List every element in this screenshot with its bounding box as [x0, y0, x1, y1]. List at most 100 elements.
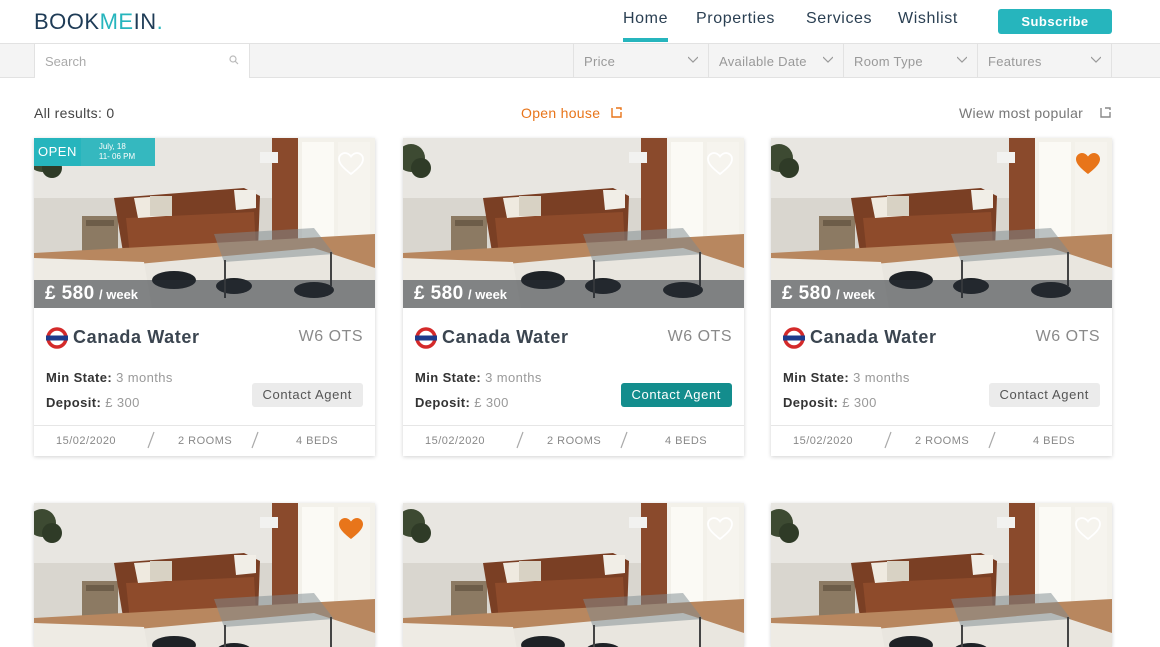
- search-input[interactable]: Search: [34, 44, 250, 78]
- search-icon: [229, 55, 239, 65]
- price-amount: £ 580: [782, 283, 832, 304]
- filter-bar: Search Price Available Date Room Type Fe…: [0, 43, 1160, 78]
- min-state-value: 3 months: [853, 370, 910, 385]
- deposit-label: Deposit:: [783, 395, 839, 410]
- property-photo[interactable]: [771, 503, 1112, 647]
- postcode: W6 OTS: [1035, 328, 1100, 345]
- chevron-down-icon: [688, 56, 698, 63]
- min-state-row: Min State: 3 months: [415, 370, 542, 385]
- contact-agent-button[interactable]: Contact Agent: [988, 383, 1100, 407]
- listing-date: 15/02/2020: [425, 435, 486, 447]
- postcode: W6 OTS: [667, 328, 732, 345]
- location-name: Canada Water: [810, 327, 937, 347]
- results-count: All results: 0: [34, 105, 115, 121]
- nav-home[interactable]: Home: [623, 10, 669, 42]
- chevron-down-icon: [823, 56, 833, 63]
- underground-icon: [46, 327, 68, 349]
- rooms-count: 2 ROOMS: [915, 435, 970, 447]
- min-state-row: Min State: 3 months: [783, 370, 910, 385]
- available-date-dropdown-label: Available Date: [719, 54, 807, 69]
- deposit-row: Deposit: £ 300: [46, 395, 140, 410]
- brand-logo[interactable]: BOOKMEIN.: [34, 9, 163, 35]
- contact-agent-button[interactable]: Contact Agent: [251, 383, 363, 407]
- divider: [884, 431, 892, 449]
- price-period: / week: [99, 287, 139, 302]
- open-house-badge: OPEN July, 18 11- 06 PM: [34, 138, 156, 166]
- price-dropdown[interactable]: Price: [573, 44, 708, 78]
- min-state-value: 3 months: [485, 370, 542, 385]
- divider: [516, 431, 524, 449]
- available-date-dropdown[interactable]: Available Date: [708, 44, 843, 78]
- min-state-value: 3 months: [116, 370, 173, 385]
- property-card[interactable]: £ 580 / week Canada Water W6 OTS Min Sta…: [403, 138, 744, 456]
- heart-icon[interactable]: [707, 152, 733, 176]
- min-state-row: Min State: 3 months: [46, 370, 173, 385]
- property-photo[interactable]: [34, 503, 375, 647]
- card-title-row: Canada Water W6 OTS: [783, 327, 1100, 349]
- property-card[interactable]: OPEN July, 18 11- 06 PM £ 580 / week Cana…: [34, 138, 375, 456]
- beds-count: 4 BEDS: [296, 435, 339, 447]
- deposit-value: £ 300: [474, 395, 509, 410]
- chevron-down-icon: [957, 56, 967, 63]
- underground-icon: [783, 327, 805, 349]
- chevron-down-icon: [1091, 56, 1101, 63]
- price-overlay: £ 580 / week: [34, 280, 375, 308]
- search-placeholder: Search: [45, 54, 87, 69]
- subscribe-button[interactable]: Subscribe: [998, 9, 1112, 34]
- deposit-value: £ 300: [842, 395, 877, 410]
- property-photo[interactable]: [403, 503, 744, 647]
- room-type-dropdown-label: Room Type: [854, 54, 923, 69]
- heart-icon[interactable]: [1075, 517, 1101, 541]
- location-name: Canada Water: [73, 327, 200, 347]
- nav-services[interactable]: Services: [806, 10, 872, 28]
- contact-agent-button[interactable]: Contact Agent: [620, 383, 732, 407]
- open-badge-time: 11- 06 PM: [98, 152, 136, 161]
- heart-icon[interactable]: [338, 152, 364, 176]
- card-title-row: Canada Water W6 OTS: [415, 327, 732, 349]
- room-type-dropdown[interactable]: Room Type: [843, 44, 977, 78]
- nav-wishlist[interactable]: Wishlist: [898, 10, 958, 28]
- deposit-label: Deposit:: [415, 395, 471, 410]
- deposit-row: Deposit: £ 300: [783, 395, 877, 410]
- card-footer: 15/02/2020 2 ROOMS 4 BEDS: [771, 425, 1112, 456]
- heart-icon[interactable]: [707, 517, 733, 541]
- nav-properties[interactable]: Properties: [696, 10, 775, 28]
- features-dropdown[interactable]: Features: [977, 44, 1112, 78]
- divider: [251, 431, 259, 449]
- property-card[interactable]: [34, 503, 375, 647]
- external-link-icon: [1100, 107, 1111, 118]
- card-title-row: Canada Water W6 OTS: [46, 327, 363, 349]
- external-link-icon: [611, 107, 622, 118]
- heart-icon[interactable]: [338, 517, 364, 541]
- beds-count: 4 BEDS: [1033, 435, 1076, 447]
- rooms-count: 2 ROOMS: [178, 435, 233, 447]
- deposit-row: Deposit: £ 300: [415, 395, 509, 410]
- property-card[interactable]: £ 580 / week Canada Water W6 OTS Min Sta…: [771, 138, 1112, 456]
- open-house-link[interactable]: Open house: [521, 105, 600, 121]
- price-overlay: £ 580 / week: [403, 280, 744, 308]
- beds-count: 4 BEDS: [665, 435, 708, 447]
- property-card[interactable]: [403, 503, 744, 647]
- open-badge-datetime: July, 18 11- 06 PM: [80, 138, 156, 166]
- min-state-label: Min State:: [46, 370, 113, 385]
- heart-icon[interactable]: [1075, 152, 1101, 176]
- top-header: BOOKMEIN. Home Properties Services Wishl…: [0, 0, 1160, 43]
- divider: [988, 431, 996, 449]
- price-amount: £ 580: [45, 283, 95, 304]
- most-popular-link[interactable]: Wiew most popular: [959, 105, 1083, 121]
- property-card[interactable]: [771, 503, 1112, 647]
- divider: [620, 431, 628, 449]
- deposit-value: £ 300: [105, 395, 140, 410]
- card-footer: 15/02/2020 2 ROOMS 4 BEDS: [34, 425, 375, 456]
- open-badge-date: July, 18: [98, 142, 126, 151]
- price-amount: £ 580: [414, 283, 464, 304]
- open-badge-label: OPEN: [34, 138, 81, 166]
- location-name: Canada Water: [442, 327, 569, 347]
- min-state-label: Min State:: [783, 370, 850, 385]
- min-state-label: Min State:: [415, 370, 482, 385]
- open-house-label: Open house: [521, 105, 601, 121]
- listing-date: 15/02/2020: [793, 435, 854, 447]
- listing-date: 15/02/2020: [56, 435, 117, 447]
- price-period: / week: [836, 287, 876, 302]
- rooms-count: 2 ROOMS: [547, 435, 602, 447]
